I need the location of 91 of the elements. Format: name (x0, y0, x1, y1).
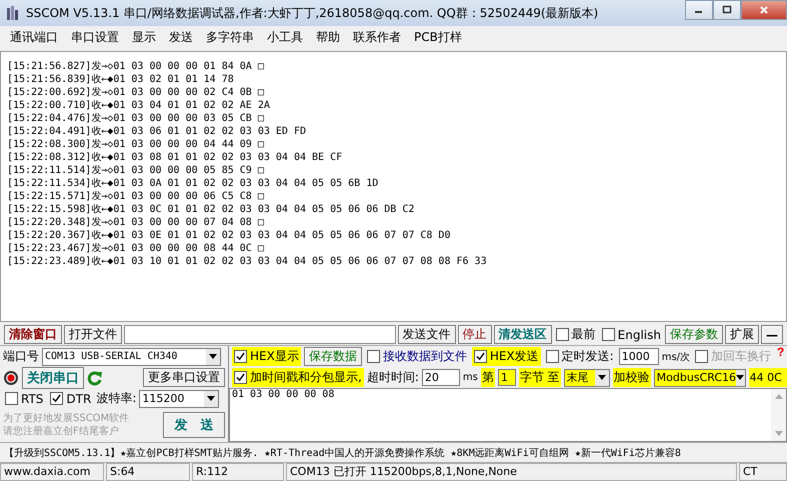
baud-dropdown[interactable]: 115200 (139, 390, 220, 408)
rts-checkbox[interactable]: RTS (3, 389, 46, 408)
baud-label: 波特率: (96, 390, 136, 407)
clear-window-button[interactable]: 清除窗口 (4, 325, 62, 344)
log-line: [15:21:56.827]发→◇01 03 00 00 00 01 84 0A □ (7, 60, 265, 73)
log-line: [15:21:56.839]收←◆01 03 02 01 01 14 78 (7, 73, 235, 86)
menu-item[interactable]: 小工具 (261, 28, 309, 46)
minimize-button[interactable] (685, 0, 713, 20)
log-line: [15:22:20.348]发→◇01 03 00 00 00 07 04 08 □ (7, 216, 265, 229)
help-button[interactable]: ? (776, 346, 786, 358)
app-icon (6, 5, 20, 21)
dropdown-arrow-icon[interactable] (736, 375, 744, 380)
close-icon (759, 5, 769, 15)
more-settings-button[interactable]: 更多串口设置 (143, 368, 225, 387)
send-file-button[interactable]: 发送文件 (398, 325, 456, 344)
file-path-field[interactable] (124, 325, 396, 344)
interval-field[interactable]: 1000 (618, 348, 659, 365)
hex-display-checkbox[interactable]: HEX显示 (232, 347, 301, 366)
log-line: [15:22:20.367]收←◆01 03 0E 01 01 02 02 03 03 04 04 05 05 06 06 07 07 C8 D0 (7, 229, 452, 242)
checksum-dropdown[interactable]: ModbusCRC16 (654, 368, 746, 386)
topmost-checkbox[interactable]: 最前 (554, 325, 598, 344)
collapse-button[interactable]: — (761, 325, 783, 344)
refresh-icon[interactable] (87, 368, 103, 386)
menu-item[interactable]: PCB打样 (408, 28, 468, 46)
english-checkbox[interactable]: English (600, 325, 663, 344)
send-text-area[interactable]: 01 03 00 00 00 08 (229, 388, 787, 442)
menu-item[interactable]: 多字符串 (200, 28, 260, 46)
send-button[interactable]: 发 送 (163, 412, 225, 438)
byte-from-label: 第 (480, 368, 495, 387)
dropdown-arrow-icon[interactable] (207, 396, 216, 401)
log-line: [15:22:15.598]收←◆01 03 0C 01 01 02 02 03 03 04 04 05 05 06 06 DB C2 (7, 203, 416, 216)
maximize-button[interactable] (713, 0, 741, 20)
promo-text: 为了更好地发展SSCOM软件 (3, 412, 130, 425)
log-line: [15:22:00.710]收←◆01 03 04 01 01 02 02 AE 2A (7, 99, 271, 112)
byte-to-label: 字节 至 (518, 368, 561, 387)
status-field: S:64 (106, 463, 190, 481)
timeout-label: 超时时间: (366, 369, 419, 386)
receive-to-file-checkbox[interactable]: 接收数据到文件 (364, 347, 469, 366)
dtr-checkbox[interactable]: DTR (48, 389, 94, 408)
close-button[interactable] (741, 0, 787, 20)
status-field: www.daxia.com (0, 463, 104, 481)
log-line: [15:22:04.491]收←◆01 03 06 01 01 02 02 03 03 ED FD (7, 125, 307, 138)
checksum-label: 加校验 (612, 368, 651, 387)
menu-item[interactable]: 发送 (163, 28, 199, 46)
maximize-icon (722, 5, 732, 15)
check-icon (476, 352, 485, 361)
news-ticker: 【升级到SSCOM5.13.1】★嘉立创PCB打样SMT贴片服务. ★RT-Thread中国人的开源免费操作系统 ★8KM远距离WiFi可自组网 ★新一代WiFi芯片兼容8 (4, 446, 681, 460)
check-icon (236, 373, 245, 382)
log-line: [15:22:04.476]发→◇01 03 00 00 00 03 05 CB □ (7, 112, 265, 125)
status-field: CT (739, 463, 787, 481)
save-data-button[interactable]: 保存数据 (304, 347, 362, 366)
checksum-value: 44 0C (748, 368, 787, 387)
log-line: [15:22:23.489]收←◆01 03 10 01 01 02 02 03 03 04 04 05 05 06 06 07 07 08 08 F6 33 (7, 255, 488, 268)
log-line: [15:22:15.571]发→◇01 03 00 00 00 06 C5 C8 □ (7, 190, 265, 203)
log-line: [15:22:00.692]发→◇01 03 00 00 00 02 C4 0B □ (7, 86, 265, 99)
promo-text: 请您注册嘉立创F结尾客户 (3, 425, 120, 438)
log-line: [15:22:08.312]收←◆01 03 08 01 01 02 02 03 03 04 04 BE CF (7, 151, 344, 164)
log-line: [15:22:23.467]发→◇01 03 00 00 00 08 44 0C □ (7, 242, 265, 255)
menu-item[interactable]: 通讯端口 (4, 28, 64, 46)
send-text: 01 03 00 00 00 08 (232, 389, 334, 400)
log-line: [15:22:11.514]发→◇01 03 00 00 00 05 85 C9 □ (7, 164, 265, 177)
port-label: 端口号 (3, 348, 39, 365)
check-icon (236, 352, 245, 361)
timestamp-checkbox[interactable]: 加时间戳和分包显示, (232, 368, 364, 387)
save-params-button[interactable]: 保存参数 (665, 325, 723, 344)
timeout-unit: ms (462, 372, 478, 383)
stop-button[interactable]: 停止 (458, 325, 492, 344)
timeout-field[interactable]: 20 (422, 369, 460, 386)
port-dropdown[interactable]: COM13 USB-SERIAL CH340 (42, 348, 221, 366)
open-file-button[interactable]: 打开文件 (64, 325, 122, 344)
interval-unit: ms/次 (662, 350, 690, 364)
timed-send-checkbox[interactable]: 定时发送: (544, 347, 616, 366)
expand-button[interactable]: 扩展 (725, 325, 759, 344)
close-port-button[interactable]: 关闭串口 (22, 366, 84, 388)
byte-from-field[interactable]: 1 (498, 369, 516, 386)
menu-item[interactable]: 显示 (126, 28, 162, 46)
dropdown-arrow-icon[interactable] (598, 375, 606, 380)
port-status-icon (3, 370, 19, 386)
clear-send-button[interactable]: 清发送区 (494, 325, 552, 344)
status-field: COM13 已打开 115200bps,8,1,None,None (286, 463, 737, 481)
dropdown-arrow-icon[interactable] (209, 354, 217, 359)
menu-item[interactable]: 帮助 (310, 28, 346, 46)
check-icon (52, 394, 62, 403)
log-line: [15:22:11.534]收←◆01 03 0A 01 01 02 02 03 03 04 04 05 05 6B 1D (7, 177, 380, 190)
menu-item[interactable]: 串口设置 (65, 28, 125, 46)
log-line: [15:22:08.300]发→◇01 03 00 00 00 04 44 09 □ (7, 138, 265, 151)
byte-to-dropdown[interactable]: 末尾 (564, 368, 610, 386)
window-title: SSCOM V5.13.1 串口/网络数据调试器,作者:大虾丁丁,2618058@qq.com. QQ群：52502449(最新版本) (26, 4, 598, 22)
status-field: R:112 (192, 463, 284, 481)
menu-item[interactable]: 联系作者 (347, 28, 407, 46)
hex-send-checkbox[interactable]: HEX发送 (472, 347, 541, 366)
